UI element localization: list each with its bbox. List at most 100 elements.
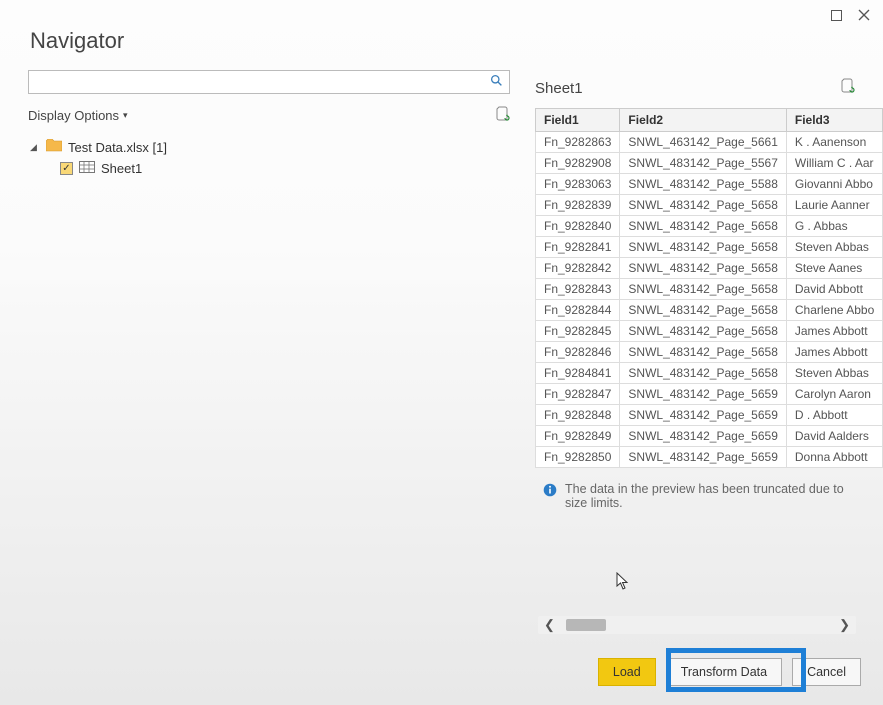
table-row[interactable]: Fn_9282848SNWL_483142_Page_5659D . Abbot… bbox=[536, 405, 883, 426]
tree-file-node[interactable]: ◢ Test Data.xlsx [1] bbox=[28, 136, 510, 158]
table-cell: Steven Abbas bbox=[786, 363, 882, 384]
preview-panel: Sheet1 Field1 Field2 Field3 Fn_9282863SN… bbox=[535, 78, 855, 510]
table-cell: SNWL_483142_Page_5658 bbox=[620, 363, 786, 384]
table-cell: SNWL_483142_Page_5658 bbox=[620, 237, 786, 258]
search-input[interactable] bbox=[29, 73, 484, 91]
preview-table: Field1 Field2 Field3 Fn_9282863SNWL_4631… bbox=[535, 108, 883, 468]
table-cell: SNWL_483142_Page_5659 bbox=[620, 384, 786, 405]
window-close-icon[interactable] bbox=[857, 8, 871, 22]
table-cell: Charlene Abbo bbox=[786, 300, 882, 321]
table-cell: Laurie Aanner bbox=[786, 195, 882, 216]
expander-icon[interactable]: ◢ bbox=[30, 142, 40, 153]
window-maximize-icon[interactable] bbox=[829, 8, 843, 22]
display-options-dropdown[interactable]: Display Options ▾ bbox=[28, 108, 128, 123]
table-cell: Fn_9282908 bbox=[536, 153, 620, 174]
table-row[interactable]: Fn_9282842SNWL_483142_Page_5658Steve Aan… bbox=[536, 258, 883, 279]
table-cell: D . Abbott bbox=[786, 405, 882, 426]
info-icon bbox=[543, 483, 557, 500]
table-cell: G . Abbas bbox=[786, 216, 882, 237]
tree-sheet-node[interactable]: ✓ Sheet1 bbox=[28, 158, 510, 179]
table-cell: David Aalders bbox=[786, 426, 882, 447]
column-header[interactable]: Field1 bbox=[536, 109, 620, 132]
table-row[interactable]: Fn_9283063SNWL_483142_Page_5588Giovanni … bbox=[536, 174, 883, 195]
scroll-right-icon[interactable]: ❯ bbox=[839, 617, 850, 633]
folder-icon bbox=[46, 139, 62, 155]
dialog-button-row: Load Transform Data Cancel bbox=[0, 658, 883, 686]
table-cell: Fn_9282846 bbox=[536, 342, 620, 363]
table-cell: Fn_9283063 bbox=[536, 174, 620, 195]
table-cell: Fn_9282863 bbox=[536, 132, 620, 153]
table-cell: Fn_9282848 bbox=[536, 405, 620, 426]
table-cell: Carolyn Aaron bbox=[786, 384, 882, 405]
table-cell: SNWL_483142_Page_5567 bbox=[620, 153, 786, 174]
table-cell: Fn_9282843 bbox=[536, 279, 620, 300]
column-header[interactable]: Field2 bbox=[620, 109, 786, 132]
table-row[interactable]: Fn_9282846SNWL_483142_Page_5658James Abb… bbox=[536, 342, 883, 363]
table-cell: Fn_9284841 bbox=[536, 363, 620, 384]
tree-sheet-label: Sheet1 bbox=[101, 161, 142, 176]
table-cell: Giovanni Abbo bbox=[786, 174, 882, 195]
table-cell: Fn_9282839 bbox=[536, 195, 620, 216]
info-text: The data in the preview has been truncat… bbox=[565, 482, 855, 510]
table-cell: SNWL_483142_Page_5658 bbox=[620, 216, 786, 237]
preview-refresh-icon[interactable] bbox=[841, 78, 855, 98]
column-header[interactable]: Field3 bbox=[786, 109, 882, 132]
table-cell: Fn_9282844 bbox=[536, 300, 620, 321]
table-row[interactable]: Fn_9282908SNWL_483142_Page_5567William C… bbox=[536, 153, 883, 174]
tree-file-label: Test Data.xlsx [1] bbox=[68, 140, 167, 155]
table-cell: SNWL_483142_Page_5658 bbox=[620, 195, 786, 216]
table-cell: SNWL_483142_Page_5658 bbox=[620, 258, 786, 279]
display-options-label: Display Options bbox=[28, 108, 119, 123]
search-box bbox=[28, 70, 510, 94]
table-cell: Fn_9282840 bbox=[536, 216, 620, 237]
table-cell: SNWL_483142_Page_5659 bbox=[620, 447, 786, 468]
sheet-checkbox[interactable]: ✓ bbox=[60, 162, 73, 175]
cancel-button[interactable]: Cancel bbox=[792, 658, 861, 686]
table-row[interactable]: Fn_9282863SNWL_463142_Page_5661K . Aanen… bbox=[536, 132, 883, 153]
dialog-title: Navigator bbox=[30, 28, 124, 54]
table-row[interactable]: Fn_9284841SNWL_483142_Page_5658Steven Ab… bbox=[536, 363, 883, 384]
table-cell: SNWL_483142_Page_5659 bbox=[620, 426, 786, 447]
table-cell: SNWL_483142_Page_5588 bbox=[620, 174, 786, 195]
chevron-down-icon: ▾ bbox=[123, 110, 128, 121]
table-row[interactable]: Fn_9282840SNWL_483142_Page_5658G . Abbas bbox=[536, 216, 883, 237]
table-cell: Steve Aanes bbox=[786, 258, 882, 279]
table-cell: SNWL_483142_Page_5658 bbox=[620, 300, 786, 321]
preview-title: Sheet1 bbox=[535, 80, 583, 97]
table-cell: SNWL_483142_Page_5658 bbox=[620, 279, 786, 300]
load-button[interactable]: Load bbox=[598, 658, 656, 686]
refresh-icon[interactable] bbox=[496, 106, 510, 124]
table-cell: K . Aanenson bbox=[786, 132, 882, 153]
table-cell: Fn_9282845 bbox=[536, 321, 620, 342]
scroll-thumb[interactable] bbox=[566, 619, 606, 631]
search-icon[interactable] bbox=[484, 74, 509, 90]
table-cell: SNWL_483142_Page_5658 bbox=[620, 342, 786, 363]
transform-data-button[interactable]: Transform Data bbox=[666, 658, 782, 686]
table-row[interactable]: Fn_9282841SNWL_483142_Page_5658Steven Ab… bbox=[536, 237, 883, 258]
table-row[interactable]: Fn_9282847SNWL_483142_Page_5659Carolyn A… bbox=[536, 384, 883, 405]
table-icon bbox=[79, 161, 95, 176]
info-message: The data in the preview has been truncat… bbox=[535, 482, 855, 510]
table-cell: James Abbott bbox=[786, 342, 882, 363]
table-cell: Donna Abbott bbox=[786, 447, 882, 468]
table-cell: Fn_9282847 bbox=[536, 384, 620, 405]
table-cell: William C . Aar bbox=[786, 153, 882, 174]
table-cell: Fn_9282849 bbox=[536, 426, 620, 447]
navigator-left-panel: Display Options ▾ ◢ Test Data.xlsx [1] ✓… bbox=[28, 70, 510, 179]
table-cell: Fn_9282841 bbox=[536, 237, 620, 258]
table-row[interactable]: Fn_9282849SNWL_483142_Page_5659David Aal… bbox=[536, 426, 883, 447]
table-row[interactable]: Fn_9282843SNWL_483142_Page_5658David Abb… bbox=[536, 279, 883, 300]
table-cell: Fn_9282842 bbox=[536, 258, 620, 279]
table-cell: James Abbott bbox=[786, 321, 882, 342]
table-cell: SNWL_463142_Page_5661 bbox=[620, 132, 786, 153]
navigator-tree: ◢ Test Data.xlsx [1] ✓ Sheet1 bbox=[28, 136, 510, 179]
horizontal-scrollbar[interactable]: ❮ ❯ bbox=[538, 616, 856, 634]
table-row[interactable]: Fn_9282850SNWL_483142_Page_5659Donna Abb… bbox=[536, 447, 883, 468]
table-cell: David Abbott bbox=[786, 279, 882, 300]
table-row[interactable]: Fn_9282839SNWL_483142_Page_5658Laurie Aa… bbox=[536, 195, 883, 216]
table-cell: SNWL_483142_Page_5658 bbox=[620, 321, 786, 342]
scroll-left-icon[interactable]: ❮ bbox=[544, 617, 555, 633]
table-row[interactable]: Fn_9282845SNWL_483142_Page_5658James Abb… bbox=[536, 321, 883, 342]
cursor-icon bbox=[616, 572, 630, 595]
table-row[interactable]: Fn_9282844SNWL_483142_Page_5658Charlene … bbox=[536, 300, 883, 321]
